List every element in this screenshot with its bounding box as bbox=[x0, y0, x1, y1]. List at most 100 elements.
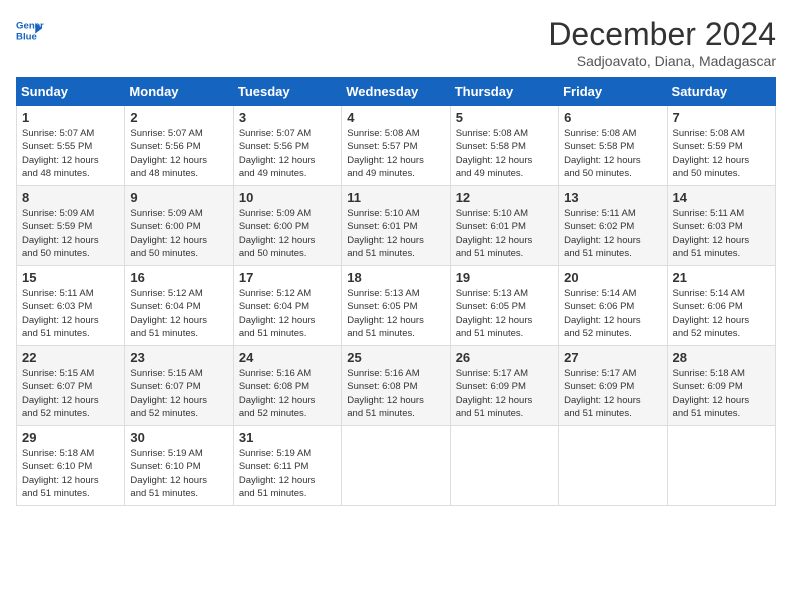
calendar-cell: 30 Sunrise: 5:19 AM Sunset: 6:10 PM Dayli… bbox=[125, 426, 233, 506]
calendar-cell: 6 Sunrise: 5:08 AM Sunset: 5:58 PM Daylig… bbox=[559, 106, 667, 186]
calendar-cell bbox=[450, 426, 558, 506]
calendar-cell: 28 Sunrise: 5:18 AM Sunset: 6:09 PM Dayli… bbox=[667, 346, 775, 426]
col-sunday: Sunday bbox=[17, 78, 125, 106]
day-info: Sunrise: 5:10 AM Sunset: 6:01 PM Dayligh… bbox=[347, 207, 444, 260]
calendar-cell bbox=[667, 426, 775, 506]
day-info: Sunrise: 5:11 AM Sunset: 6:03 PM Dayligh… bbox=[22, 287, 119, 340]
calendar-cell: 31 Sunrise: 5:19 AM Sunset: 6:11 PM Dayli… bbox=[233, 426, 341, 506]
day-number: 2 bbox=[130, 110, 227, 125]
calendar-cell: 20 Sunrise: 5:14 AM Sunset: 6:06 PM Dayli… bbox=[559, 266, 667, 346]
day-number: 4 bbox=[347, 110, 444, 125]
calendar-cell: 12Sunrise: 5:10 AM Sunset: 6:01 PM Dayli… bbox=[450, 186, 558, 266]
calendar-week-0: 1 Sunrise: 5:07 AM Sunset: 5:55 PM Daylig… bbox=[17, 106, 776, 186]
day-info: Sunrise: 5:11 AM Sunset: 6:03 PM Dayligh… bbox=[673, 207, 770, 260]
day-info: Sunrise: 5:19 AM Sunset: 6:10 PM Dayligh… bbox=[130, 447, 227, 500]
day-number: 16 bbox=[130, 270, 227, 285]
calendar-cell: 9Sunrise: 5:09 AM Sunset: 6:00 PM Daylig… bbox=[125, 186, 233, 266]
day-number: 29 bbox=[22, 430, 119, 445]
calendar-cell: 25 Sunrise: 5:16 AM Sunset: 6:08 PM Dayli… bbox=[342, 346, 450, 426]
day-number: 31 bbox=[239, 430, 336, 445]
day-number: 25 bbox=[347, 350, 444, 365]
calendar-cell: 5Sunrise: 5:08 AM Sunset: 5:58 PM Daylig… bbox=[450, 106, 558, 186]
day-info: Sunrise: 5:09 AM Sunset: 6:00 PM Dayligh… bbox=[239, 207, 336, 260]
calendar-cell: 17Sunrise: 5:12 AM Sunset: 6:04 PM Dayli… bbox=[233, 266, 341, 346]
calendar-cell: 19 Sunrise: 5:13 AM Sunset: 6:05 PM Dayli… bbox=[450, 266, 558, 346]
day-info: Sunrise: 5:08 AM Sunset: 5:58 PM Dayligh… bbox=[456, 127, 553, 180]
day-info: Sunrise: 5:13 AM Sunset: 6:05 PM Dayligh… bbox=[347, 287, 444, 340]
day-info: Sunrise: 5:16 AM Sunset: 6:08 PM Dayligh… bbox=[347, 367, 444, 420]
day-info: Sunrise: 5:14 AM Sunset: 6:06 PM Dayligh… bbox=[673, 287, 770, 340]
day-info: Sunrise: 5:07 AM Sunset: 5:56 PM Dayligh… bbox=[130, 127, 227, 180]
calendar-cell: 3 Sunrise: 5:07 AM Sunset: 5:56 PM Daylig… bbox=[233, 106, 341, 186]
svg-text:Blue: Blue bbox=[16, 32, 37, 43]
day-info: Sunrise: 5:12 AM Sunset: 6:04 PM Dayligh… bbox=[130, 287, 227, 340]
day-info: Sunrise: 5:13 AM Sunset: 6:05 PM Dayligh… bbox=[456, 287, 553, 340]
calendar-cell: 4Sunrise: 5:08 AM Sunset: 5:57 PM Daylig… bbox=[342, 106, 450, 186]
day-number: 17 bbox=[239, 270, 336, 285]
col-tuesday: Tuesday bbox=[233, 78, 341, 106]
day-info: Sunrise: 5:16 AM Sunset: 6:08 PM Dayligh… bbox=[239, 367, 336, 420]
day-number: 12 bbox=[456, 190, 553, 205]
day-number: 1 bbox=[22, 110, 119, 125]
calendar-cell: 23 Sunrise: 5:15 AM Sunset: 6:07 PM Dayli… bbox=[125, 346, 233, 426]
day-info: Sunrise: 5:08 AM Sunset: 5:58 PM Dayligh… bbox=[564, 127, 661, 180]
day-info: Sunrise: 5:14 AM Sunset: 6:06 PM Dayligh… bbox=[564, 287, 661, 340]
calendar-cell: 10 Sunrise: 5:09 AM Sunset: 6:00 PM Dayli… bbox=[233, 186, 341, 266]
logo-icon: General Blue bbox=[16, 16, 44, 44]
day-number: 14 bbox=[673, 190, 770, 205]
day-info: Sunrise: 5:17 AM Sunset: 6:09 PM Dayligh… bbox=[564, 367, 661, 420]
col-monday: Monday bbox=[125, 78, 233, 106]
col-thursday: Thursday bbox=[450, 78, 558, 106]
day-info: Sunrise: 5:09 AM Sunset: 5:59 PM Dayligh… bbox=[22, 207, 119, 260]
day-info: Sunrise: 5:19 AM Sunset: 6:11 PM Dayligh… bbox=[239, 447, 336, 500]
calendar-cell: 16 Sunrise: 5:12 AM Sunset: 6:04 PM Dayli… bbox=[125, 266, 233, 346]
calendar-cell: 15 Sunrise: 5:11 AM Sunset: 6:03 PM Dayli… bbox=[17, 266, 125, 346]
day-number: 7 bbox=[673, 110, 770, 125]
calendar-week-1: 8 Sunrise: 5:09 AM Sunset: 5:59 PM Daylig… bbox=[17, 186, 776, 266]
calendar-cell bbox=[342, 426, 450, 506]
col-saturday: Saturday bbox=[667, 78, 775, 106]
day-info: Sunrise: 5:15 AM Sunset: 6:07 PM Dayligh… bbox=[130, 367, 227, 420]
header-row: Sunday Monday Tuesday Wednesday Thursday… bbox=[17, 78, 776, 106]
calendar-cell: 24Sunrise: 5:16 AM Sunset: 6:08 PM Dayli… bbox=[233, 346, 341, 426]
logo: General Blue bbox=[16, 16, 44, 44]
day-number: 26 bbox=[456, 350, 553, 365]
day-number: 21 bbox=[673, 270, 770, 285]
day-number: 6 bbox=[564, 110, 661, 125]
calendar-week-2: 15 Sunrise: 5:11 AM Sunset: 6:03 PM Dayli… bbox=[17, 266, 776, 346]
calendar-cell: 27Sunrise: 5:17 AM Sunset: 6:09 PM Dayli… bbox=[559, 346, 667, 426]
day-number: 11 bbox=[347, 190, 444, 205]
col-friday: Friday bbox=[559, 78, 667, 106]
day-number: 30 bbox=[130, 430, 227, 445]
day-number: 19 bbox=[456, 270, 553, 285]
calendar-cell: 22 Sunrise: 5:15 AM Sunset: 6:07 PM Dayli… bbox=[17, 346, 125, 426]
calendar-table: Sunday Monday Tuesday Wednesday Thursday… bbox=[16, 77, 776, 506]
day-number: 8 bbox=[22, 190, 119, 205]
day-number: 13 bbox=[564, 190, 661, 205]
calendar-cell: 13Sunrise: 5:11 AM Sunset: 6:02 PM Dayli… bbox=[559, 186, 667, 266]
day-info: Sunrise: 5:08 AM Sunset: 5:59 PM Dayligh… bbox=[673, 127, 770, 180]
day-number: 22 bbox=[22, 350, 119, 365]
day-number: 10 bbox=[239, 190, 336, 205]
day-number: 23 bbox=[130, 350, 227, 365]
day-info: Sunrise: 5:07 AM Sunset: 5:56 PM Dayligh… bbox=[239, 127, 336, 180]
day-number: 9 bbox=[130, 190, 227, 205]
day-number: 20 bbox=[564, 270, 661, 285]
calendar-cell bbox=[559, 426, 667, 506]
location-subtitle: Sadjoavato, Diana, Madagascar bbox=[548, 53, 776, 69]
day-number: 15 bbox=[22, 270, 119, 285]
calendar-cell: 21 Sunrise: 5:14 AM Sunset: 6:06 PM Dayli… bbox=[667, 266, 775, 346]
day-number: 3 bbox=[239, 110, 336, 125]
title-block: December 2024 Sadjoavato, Diana, Madagas… bbox=[548, 16, 776, 69]
day-number: 18 bbox=[347, 270, 444, 285]
day-info: Sunrise: 5:18 AM Sunset: 6:09 PM Dayligh… bbox=[673, 367, 770, 420]
day-number: 28 bbox=[673, 350, 770, 365]
day-info: Sunrise: 5:07 AM Sunset: 5:55 PM Dayligh… bbox=[22, 127, 119, 180]
day-info: Sunrise: 5:18 AM Sunset: 6:10 PM Dayligh… bbox=[22, 447, 119, 500]
day-info: Sunrise: 5:17 AM Sunset: 6:09 PM Dayligh… bbox=[456, 367, 553, 420]
day-info: Sunrise: 5:15 AM Sunset: 6:07 PM Dayligh… bbox=[22, 367, 119, 420]
month-title: December 2024 bbox=[548, 16, 776, 53]
calendar-cell: 29 Sunrise: 5:18 AM Sunset: 6:10 PM Dayli… bbox=[17, 426, 125, 506]
calendar-cell: 14 Sunrise: 5:11 AM Sunset: 6:03 PM Dayli… bbox=[667, 186, 775, 266]
page-header: General Blue December 2024 Sadjoavato, D… bbox=[16, 16, 776, 69]
